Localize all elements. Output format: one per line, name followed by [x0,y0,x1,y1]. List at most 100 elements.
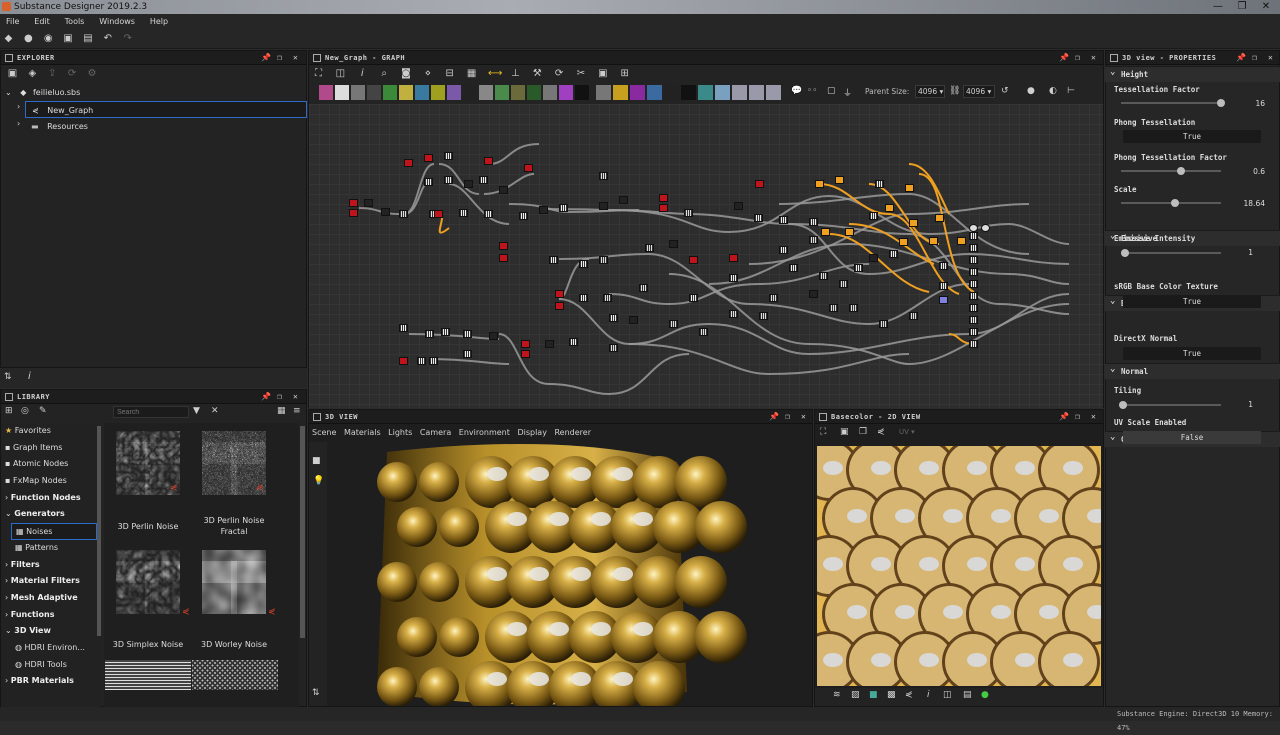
new-graph-icon[interactable]: ◈ [27,68,38,79]
graph-node[interactable] [349,209,358,217]
graph-node[interactable] [499,242,508,250]
graph-node[interactable] [349,199,358,207]
emissive-intensity-value[interactable]: 1 [1213,248,1253,257]
uv-dropdown[interactable]: UV ▾ [899,428,915,436]
graph-node[interactable] [669,320,678,328]
sort-icon[interactable]: ⇅ [4,372,12,382]
graph-node[interactable] [939,262,948,270]
graph-node[interactable] [489,332,498,340]
expand-icon[interactable]: › [5,493,8,502]
expand-icon[interactable]: › [17,119,20,128]
graph-node[interactable] [909,312,918,320]
emissive-intensity-slider[interactable] [1121,249,1221,257]
export-icon[interactable]: ▤ [963,690,972,700]
edit-icon[interactable]: ✎ [39,406,47,416]
float-icon[interactable]: ❐ [277,390,282,404]
float-icon[interactable]: ❐ [785,410,790,424]
float-icon[interactable]: ❐ [1075,51,1080,65]
graph-node[interactable] [869,212,878,220]
menu-tools[interactable]: Tools [59,14,91,29]
grid-view-icon[interactable]: ▦ [277,406,286,416]
graph-node[interactable] [659,204,668,212]
graph-node[interactable] [969,292,978,300]
expand-icon[interactable]: › [5,676,8,685]
slider-knob[interactable] [1171,199,1179,207]
save-icon[interactable]: ▣ [840,427,849,437]
category-atomic-nodes[interactable]: ▪ Atomic Nodes [1,456,101,473]
graph-node[interactable] [845,228,854,236]
hsl-node-icon[interactable] [479,85,493,100]
node-align-icon[interactable]: ⊢ [1067,86,1075,96]
graph-node[interactable] [779,246,788,254]
menu-environment[interactable]: Environment [459,428,510,437]
normal-node-icon[interactable] [511,85,525,100]
graph-node[interactable] [499,186,508,194]
pin-icon[interactable]: 📌 [769,410,779,424]
menu-edit[interactable]: Edit [28,14,56,29]
pin-node-icon[interactable] [749,85,764,100]
pin-node-icon[interactable]: ⋄ [422,68,433,79]
graph-node[interactable] [969,244,978,252]
graph-node[interactable] [441,328,450,336]
graph-node[interactable] [689,294,698,302]
info-icon[interactable]: i [927,690,930,700]
settings-icon[interactable]: ⚙ [87,68,98,79]
graph-node[interactable] [364,199,373,207]
size-dropdown[interactable]: 4096 ▾ [963,85,995,98]
distance-node-icon[interactable] [399,85,413,100]
graph-node[interactable] [555,302,564,310]
pin-icon[interactable]: 📌 [261,390,271,404]
close-panel-icon[interactable]: ✕ [801,410,806,424]
graph-node[interactable] [935,214,944,222]
slider-knob[interactable] [1217,99,1225,107]
graph-node[interactable] [839,280,848,288]
graph-node[interactable] [609,344,618,352]
scale-slider[interactable] [1121,199,1221,207]
graph-node[interactable] [645,244,654,252]
graph-node[interactable] [424,178,433,186]
graph-node[interactable] [969,316,978,324]
graph-canvas[interactable] [309,104,1103,408]
color-picker-icon[interactable]: ● [981,690,989,700]
graph-node[interactable] [521,350,530,358]
link-node-icon[interactable]: ◦◦ [807,86,818,96]
text-node-icon[interactable] [575,85,589,100]
graph-node[interactable] [659,194,668,202]
graph-node[interactable] [521,340,530,348]
menu-help[interactable]: Help [144,14,174,29]
levels-node-icon[interactable] [495,85,509,100]
graph-node[interactable] [599,202,608,210]
graph-item[interactable]: ⋞ New_Graph [25,101,307,118]
blend-node-icon[interactable] [319,85,333,100]
graph-node[interactable] [559,204,568,212]
clear-icon[interactable]: ✕ [211,406,219,416]
svg2-node-icon[interactable] [698,85,713,100]
graph-node[interactable] [885,204,894,212]
output-node[interactable] [969,224,978,232]
package-item[interactable]: ⌄ ◆ feilieluo.sbs [1,84,306,101]
graph-node[interactable] [899,238,908,246]
graph-node[interactable] [434,210,443,218]
info-icon[interactable]: i [357,68,368,79]
pin-icon[interactable]: 📌 [1059,410,1069,424]
slider-knob[interactable] [1119,401,1127,409]
graph-node[interactable] [459,209,468,217]
tree-icon[interactable]: ⊥ [510,68,521,79]
graph-node[interactable] [849,304,858,312]
graph-node[interactable] [879,320,888,328]
menu-scene[interactable]: Scene [312,428,336,437]
srgb-dropdown[interactable]: True [1123,295,1261,308]
graph-node[interactable] [424,154,433,162]
save-icon[interactable]: ▣ [63,33,74,44]
graph-node[interactable] [969,256,978,264]
frame-icon[interactable]: ⛶ [313,68,324,79]
graph-node[interactable] [779,216,788,224]
graph-node[interactable] [829,304,838,312]
emboss-node-icon[interactable] [415,85,429,100]
graph-node[interactable] [669,240,678,248]
graph-node[interactable] [939,296,948,304]
graph-node[interactable] [579,294,588,302]
graph-node[interactable] [404,159,413,167]
mask-icon[interactable]: ● [1027,86,1035,96]
wrench-icon[interactable]: ⚒ [532,68,543,79]
